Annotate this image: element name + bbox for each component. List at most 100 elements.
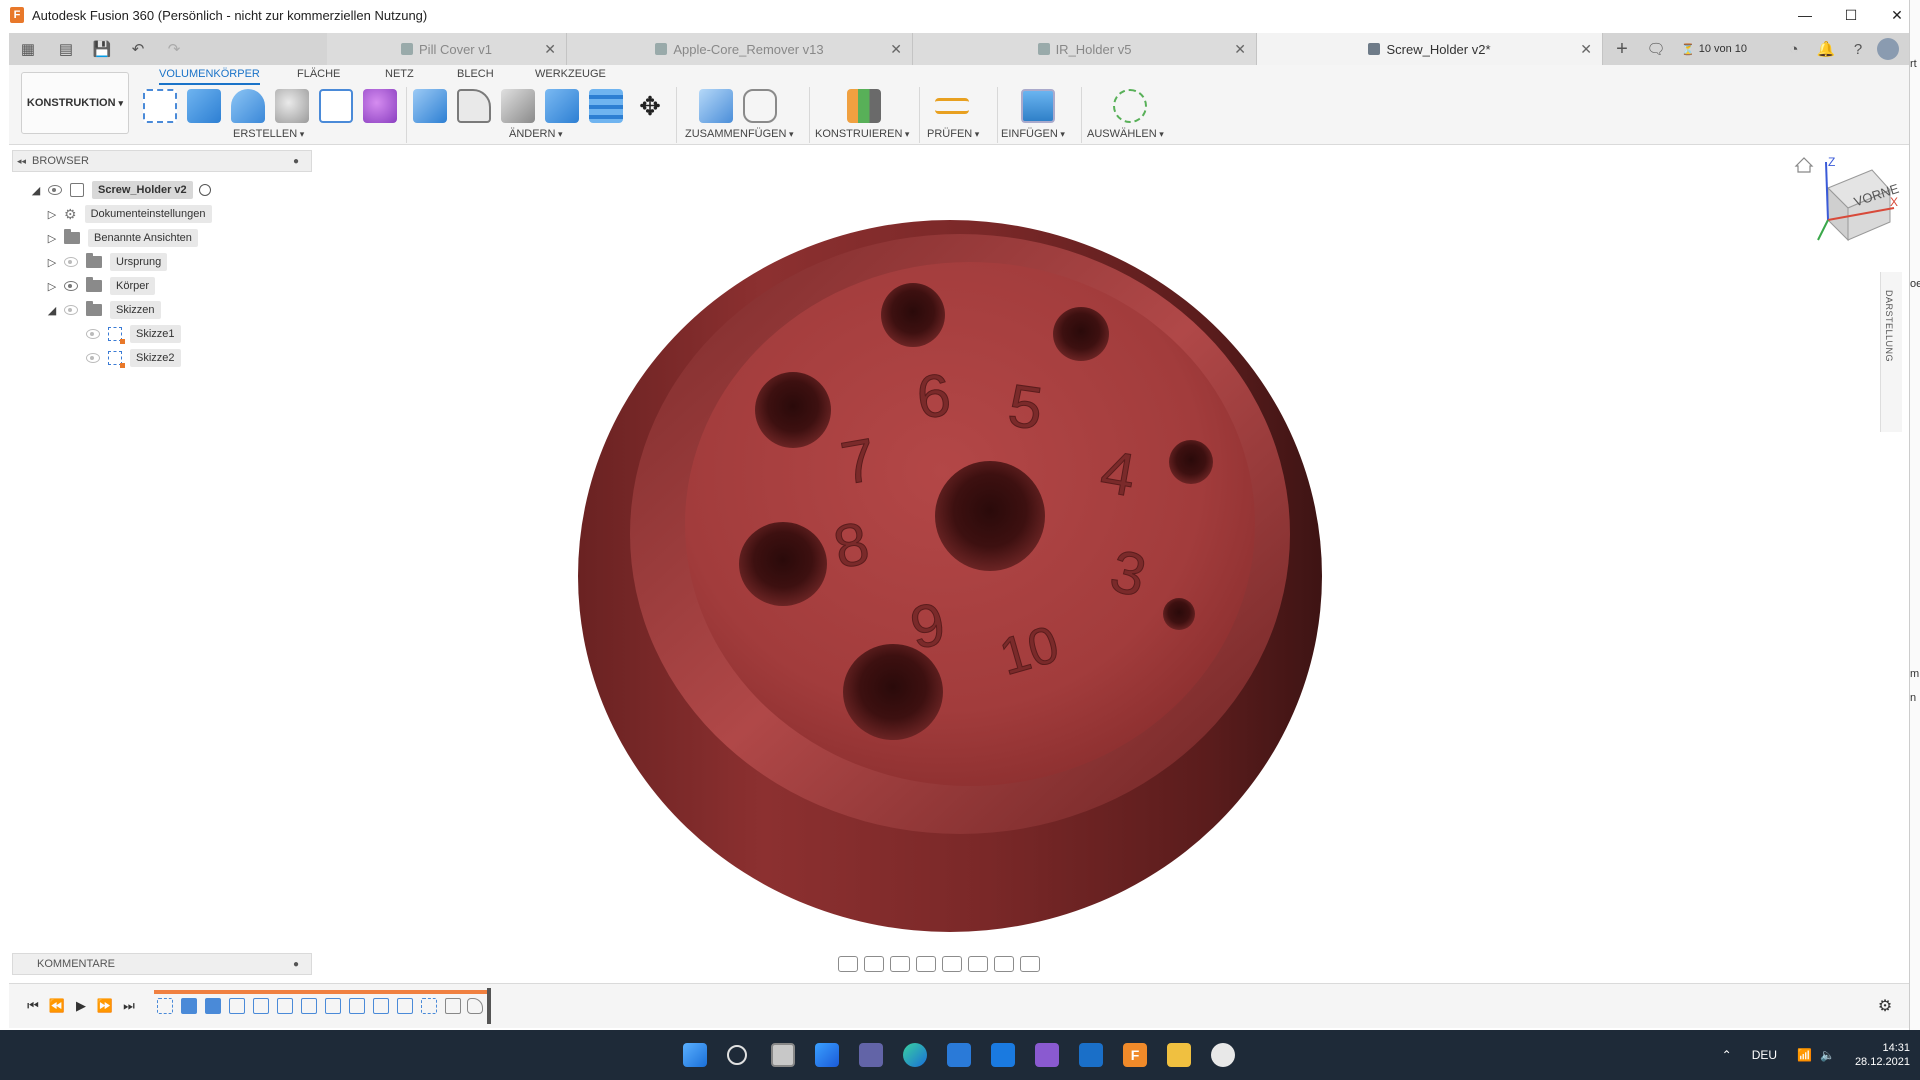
edge-browser-icon[interactable] bbox=[903, 1043, 927, 1067]
data-panel-grid-icon[interactable]: ▦ bbox=[15, 36, 41, 62]
pie-app-icon[interactable] bbox=[1211, 1043, 1235, 1067]
measure-icon[interactable] bbox=[935, 98, 969, 114]
search-icon[interactable] bbox=[727, 1045, 747, 1065]
pan-icon[interactable] bbox=[890, 956, 910, 972]
insert-image-icon[interactable] bbox=[1021, 89, 1055, 123]
tab-netz[interactable]: NETZ bbox=[385, 68, 414, 80]
tab-flaeche[interactable]: FLÄCHE bbox=[297, 68, 340, 80]
collapse-panel-icon[interactable]: ◂◂ bbox=[17, 156, 26, 167]
group-erstellen[interactable]: ERSTELLEN bbox=[233, 128, 304, 140]
timeline-marker[interactable] bbox=[487, 988, 491, 1024]
look-at-icon[interactable] bbox=[864, 956, 884, 972]
viewports-icon[interactable] bbox=[1020, 956, 1040, 972]
visibility-eye-icon[interactable] bbox=[64, 257, 78, 267]
timeline-prev-icon[interactable]: ⏪ bbox=[49, 998, 65, 1014]
timeline-thread-feature[interactable] bbox=[253, 998, 269, 1014]
press-pull-icon[interactable] bbox=[413, 89, 447, 123]
outlook-icon[interactable] bbox=[1079, 1043, 1103, 1067]
undo-icon[interactable]: ↶ bbox=[125, 36, 151, 62]
tab-blech[interactable]: BLECH bbox=[457, 68, 494, 80]
browser-item-skizze1[interactable]: Skizze1 bbox=[86, 324, 181, 344]
tab-screw-holder[interactable]: Screw_Holder v2* ✕ bbox=[1257, 33, 1603, 65]
fillet-icon[interactable] bbox=[457, 89, 491, 123]
display-settings-icon[interactable] bbox=[968, 956, 988, 972]
timeline-emboss-feature[interactable] bbox=[445, 998, 461, 1014]
browser-item-skizzen[interactable]: ◢ Skizzen bbox=[46, 300, 161, 320]
timeline-next-icon[interactable]: ⏩ bbox=[97, 998, 113, 1014]
close-tab-icon[interactable]: ✕ bbox=[1234, 41, 1246, 58]
hole-icon[interactable] bbox=[275, 89, 309, 123]
tab-apple-core-remover[interactable]: Apple-Core_Remover v13 ✕ bbox=[567, 33, 913, 65]
home-view-icon[interactable] bbox=[1794, 157, 1814, 173]
tab-volumenkoerper[interactable]: VOLUMENKÖRPER bbox=[159, 68, 260, 85]
split-body-icon[interactable] bbox=[589, 89, 623, 123]
tray-overflow-chevron-icon[interactable]: ⌃ bbox=[1722, 1048, 1732, 1062]
close-tab-icon[interactable]: ✕ bbox=[1580, 41, 1592, 58]
visibility-eye-icon[interactable] bbox=[64, 281, 78, 291]
browser-item-ursprung[interactable]: ▷ Ursprung bbox=[46, 252, 168, 272]
timeline-extrude-feature[interactable] bbox=[181, 998, 197, 1014]
pattern-icon[interactable] bbox=[319, 89, 353, 123]
timeline-extrude-feature[interactable] bbox=[205, 998, 221, 1014]
job-status[interactable]: ⏳ 10 von 10 bbox=[1681, 43, 1747, 56]
caret-collapsed-icon[interactable]: ▷ bbox=[46, 232, 58, 245]
notifications-icon[interactable]: 🔔 bbox=[1813, 36, 1839, 62]
timeline-thread-feature[interactable] bbox=[277, 998, 293, 1014]
orbit-icon[interactable] bbox=[838, 956, 858, 972]
group-einfuegen[interactable]: EINFÜGEN bbox=[1001, 128, 1065, 140]
move-copy-icon[interactable]: ✥ bbox=[633, 89, 667, 123]
widgets-icon[interactable] bbox=[815, 1043, 839, 1067]
caret-expanded-icon[interactable]: ◢ bbox=[46, 304, 58, 317]
timeline-thread-feature[interactable] bbox=[349, 998, 365, 1014]
visibility-eye-icon[interactable] bbox=[48, 185, 62, 195]
visibility-eye-icon[interactable] bbox=[86, 329, 100, 339]
timeline-play-icon[interactable]: ▶ bbox=[73, 998, 89, 1014]
browser-header[interactable]: ◂◂ BROWSER ● bbox=[12, 150, 312, 172]
fusion-360-taskbar-icon[interactable]: F bbox=[1123, 1043, 1147, 1067]
group-zusammenfuegen[interactable]: ZUSAMMENFÜGEN bbox=[685, 128, 793, 140]
extrude-icon[interactable] bbox=[187, 89, 221, 123]
group-konstruieren[interactable]: KONSTRUIEREN bbox=[815, 128, 909, 140]
input-language[interactable]: DEU bbox=[1752, 1048, 1777, 1062]
caret-expanded-icon[interactable]: ◢ bbox=[30, 184, 42, 197]
redo-icon[interactable]: ↷ bbox=[161, 36, 187, 62]
visibility-eye-icon[interactable] bbox=[86, 353, 100, 363]
teams-chat-icon[interactable] bbox=[859, 1043, 883, 1067]
group-aendern[interactable]: ÄNDERN bbox=[509, 128, 562, 140]
tab-ir-holder[interactable]: IR_Holder v5 ✕ bbox=[913, 33, 1257, 65]
minimize-button[interactable]: — bbox=[1782, 0, 1828, 30]
browser-item-koerper[interactable]: ▷ Körper bbox=[46, 276, 156, 296]
group-auswaehlen[interactable]: AUSWÄHLEN bbox=[1087, 128, 1164, 140]
timeline-settings-gear-icon[interactable]: ⚙ bbox=[1877, 998, 1893, 1015]
store-icon[interactable] bbox=[947, 1043, 971, 1067]
group-pruefen[interactable]: PRÜFEN bbox=[927, 128, 979, 140]
comments-icon[interactable]: 🗨 bbox=[1643, 36, 1669, 62]
browser-item-benannte-ansichten[interactable]: ▷ Benannte Ansichten bbox=[46, 228, 198, 248]
close-tab-icon[interactable]: ✕ bbox=[544, 41, 556, 58]
timeline-end-icon[interactable]: ⏭ bbox=[121, 998, 137, 1014]
caret-collapsed-icon[interactable]: ▷ bbox=[46, 256, 58, 269]
timeline-sketch-feature[interactable] bbox=[421, 998, 437, 1014]
add-comment-icon[interactable]: ● bbox=[293, 959, 299, 970]
browser-pin-icon[interactable]: ● bbox=[293, 156, 299, 167]
visual-studio-icon[interactable] bbox=[1035, 1043, 1059, 1067]
caret-collapsed-icon[interactable]: ▷ bbox=[46, 280, 58, 293]
create-form-icon[interactable] bbox=[363, 89, 397, 123]
clock[interactable]: 14:31 28.12.2021 bbox=[1855, 1041, 1910, 1069]
timeline-fillet-feature[interactable] bbox=[467, 998, 483, 1014]
timeline-thread-feature[interactable] bbox=[229, 998, 245, 1014]
offset-plane-icon[interactable] bbox=[847, 89, 881, 123]
file-explorer-icon[interactable] bbox=[1167, 1043, 1191, 1067]
wifi-icon[interactable]: 📶 bbox=[1797, 1048, 1812, 1062]
workspace-switcher-button[interactable]: KONSTRUKTION ▾ bbox=[21, 72, 129, 134]
timeline-start-icon[interactable]: ⏮ bbox=[25, 998, 41, 1014]
fit-icon[interactable] bbox=[942, 956, 962, 972]
user-avatar[interactable] bbox=[1877, 38, 1899, 60]
joint-icon[interactable] bbox=[743, 89, 777, 123]
volume-icon[interactable]: 🔈 bbox=[1820, 1048, 1835, 1062]
browser-item-skizze2[interactable]: Skizze2 bbox=[86, 348, 181, 368]
help-icon[interactable]: ? bbox=[1845, 36, 1871, 62]
grid-settings-icon[interactable] bbox=[994, 956, 1014, 972]
new-component-icon[interactable] bbox=[699, 89, 733, 123]
timeline-sketch-feature[interactable] bbox=[157, 998, 173, 1014]
